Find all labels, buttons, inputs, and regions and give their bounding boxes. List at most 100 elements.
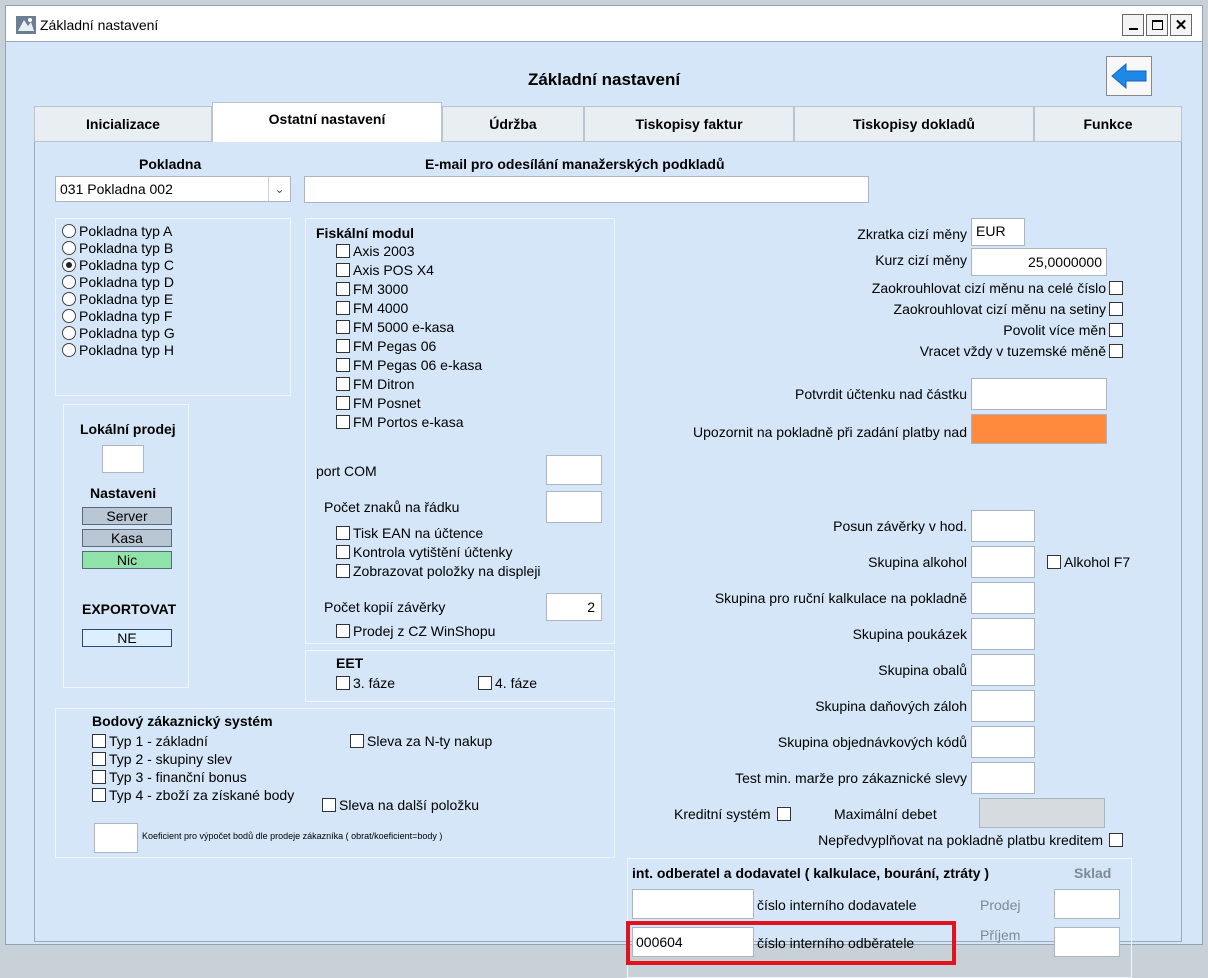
tab-tiskopisy-dokladu[interactable]: Tiskopisy dokladů [794, 106, 1034, 142]
bonus-dalsi-checkbox[interactable] [322, 798, 336, 812]
poukazek-input[interactable] [971, 618, 1035, 650]
nepredvyplnovat-label: Nepředvyplňovat na pokladně platbu kredi… [818, 832, 1103, 848]
bonus-left-checkbox[interactable] [92, 752, 106, 766]
bonus-left-checkbox[interactable] [92, 734, 106, 748]
currency-options: Zaokrouhlovat cizí měnu na celé číslo Zao… [872, 280, 1123, 359]
tab-udrzba[interactable]: Údržba [442, 106, 584, 142]
kredit-checkbox[interactable] [777, 807, 792, 821]
pokladna-type-label: Pokladna typ G [79, 325, 175, 341]
posun-label: Posun závěrky v hod. [833, 518, 967, 534]
close-icon: ✕ [1174, 16, 1188, 34]
tab-ostatni-nastaveni[interactable]: Ostatní nastavení [212, 102, 442, 142]
fiscal-list-checkbox[interactable] [336, 320, 350, 334]
currency-code-input[interactable]: EUR [971, 218, 1025, 246]
radio-button[interactable] [62, 275, 76, 289]
prodej-sklad-input[interactable] [1054, 889, 1120, 919]
posun-input[interactable] [971, 510, 1035, 542]
alkohol-f7-checkbox[interactable] [1047, 555, 1061, 569]
radio-button[interactable] [62, 241, 76, 255]
radio-button[interactable] [62, 326, 76, 340]
rucni-input[interactable] [971, 582, 1035, 614]
tab-funkce[interactable]: Funkce [1034, 106, 1182, 142]
warn-payment-input[interactable] [971, 414, 1107, 444]
fiscal-list-checkbox[interactable] [336, 377, 350, 391]
pokladna-type-label: Pokladna typ A [79, 223, 173, 239]
pokladna-type-option[interactable]: Pokladna typ B [62, 240, 284, 256]
pokladna-select[interactable]: 031 Pokladna 002 ⌄ [55, 176, 291, 202]
nic-button[interactable]: Nic [82, 551, 172, 569]
dodavatel-input[interactable] [632, 889, 754, 919]
cur-checks-checkbox[interactable] [1109, 323, 1123, 337]
pokladna-type-option[interactable]: Pokladna typ E [62, 291, 284, 307]
alkohol-input[interactable] [971, 546, 1035, 578]
pokladna-type-option[interactable]: Pokladna typ A [62, 223, 284, 239]
radio-button[interactable] [62, 224, 76, 238]
pokladna-type-option[interactable]: Pokladna typ H [62, 342, 284, 358]
fiscal-list-checkbox[interactable] [336, 396, 350, 410]
server-button[interactable]: Server [82, 507, 172, 525]
fiscal-opts-checkbox[interactable] [336, 526, 350, 540]
marze-input[interactable] [971, 762, 1035, 794]
cur-checks-item: Zaokrouhlovat cizí měnu na celé číslo [872, 280, 1123, 296]
bonus-dalsi-row: Sleva na další položku [322, 797, 479, 813]
radio-button[interactable] [62, 258, 76, 272]
tab-tiskopisy-faktur[interactable]: Tiskopisy faktur [584, 106, 794, 142]
radio-button[interactable] [62, 309, 76, 323]
close-button[interactable]: ✕ [1170, 14, 1192, 36]
fiscal-opts-checkbox[interactable] [336, 564, 350, 578]
confirm-amount-input[interactable] [971, 378, 1107, 410]
cur-checks-checkbox[interactable] [1109, 281, 1123, 295]
chars-per-line-input[interactable] [546, 491, 602, 523]
cur-checks-checkbox[interactable] [1109, 302, 1123, 316]
eet-phase4-checkbox[interactable] [478, 676, 492, 690]
fiscal-list-checkbox[interactable] [336, 415, 350, 429]
bonus-left-checkbox[interactable] [92, 788, 106, 802]
fiscal-list-label: FM Portos e-kasa [353, 414, 464, 430]
copies-input[interactable]: 2 [546, 593, 602, 621]
export-button[interactable]: NE [82, 629, 172, 647]
radio-button[interactable] [62, 343, 76, 357]
winshop-checkbox[interactable] [336, 624, 350, 638]
nepredvyplnovat-checkbox[interactable] [1109, 833, 1123, 847]
port-com-input[interactable] [546, 455, 602, 485]
window-title: Základní nastavení [40, 17, 159, 33]
cur-checks-checkbox[interactable] [1109, 344, 1123, 358]
chevron-down-icon[interactable]: ⌄ [268, 177, 290, 201]
bonus-left-checkbox[interactable] [92, 770, 106, 784]
pokladna-type-label: Pokladna typ B [79, 240, 174, 256]
objednavkovych-input[interactable] [971, 726, 1035, 758]
fiscal-list-checkbox[interactable] [336, 263, 350, 277]
obalu-input[interactable] [971, 654, 1035, 686]
kredit-row: Kreditní systém [674, 806, 792, 822]
pokladna-type-option[interactable]: Pokladna typ C [62, 257, 284, 273]
pokladna-type-option[interactable]: Pokladna typ F [62, 308, 284, 324]
fiscal-list-checkbox[interactable] [336, 244, 350, 258]
fiscal-list-checkbox[interactable] [336, 358, 350, 372]
email-input[interactable] [304, 176, 869, 203]
prijem-sklad-input[interactable] [1054, 927, 1120, 957]
pokladna-type-option[interactable]: Pokladna typ D [62, 274, 284, 290]
bonus-coef-input[interactable] [94, 823, 138, 853]
max-debet-input[interactable] [979, 798, 1105, 828]
local-sale-input[interactable] [102, 445, 144, 473]
maximize-button[interactable] [1146, 14, 1168, 36]
main-window: Základní nastavení ✕ Základní nastavení … [5, 5, 1203, 978]
currency-rate-input[interactable]: 25,0000000 [971, 248, 1107, 276]
kasa-button[interactable]: Kasa [82, 529, 172, 547]
back-button[interactable] [1106, 56, 1152, 96]
cur-checks-label: Povolit více měn [1003, 322, 1106, 338]
tab-inicializace[interactable]: Inicializace [34, 106, 212, 142]
bonus-left-item: Typ 3 - finanční bonus [92, 769, 294, 785]
radio-button[interactable] [62, 292, 76, 306]
eet-phase3-checkbox[interactable] [336, 676, 350, 690]
fiscal-list-checkbox[interactable] [336, 301, 350, 315]
fiscal-list-checkbox[interactable] [336, 282, 350, 296]
odberatel-input[interactable]: 000604 [632, 927, 754, 957]
zaloh-input[interactable] [971, 690, 1035, 722]
minimize-button[interactable] [1122, 14, 1144, 36]
fiscal-list-label: Axis 2003 [353, 243, 415, 259]
bonus-nty-checkbox[interactable] [350, 734, 364, 748]
fiscal-list-checkbox[interactable] [336, 339, 350, 353]
fiscal-opts-checkbox[interactable] [336, 545, 350, 559]
pokladna-type-option[interactable]: Pokladna typ G [62, 325, 284, 341]
